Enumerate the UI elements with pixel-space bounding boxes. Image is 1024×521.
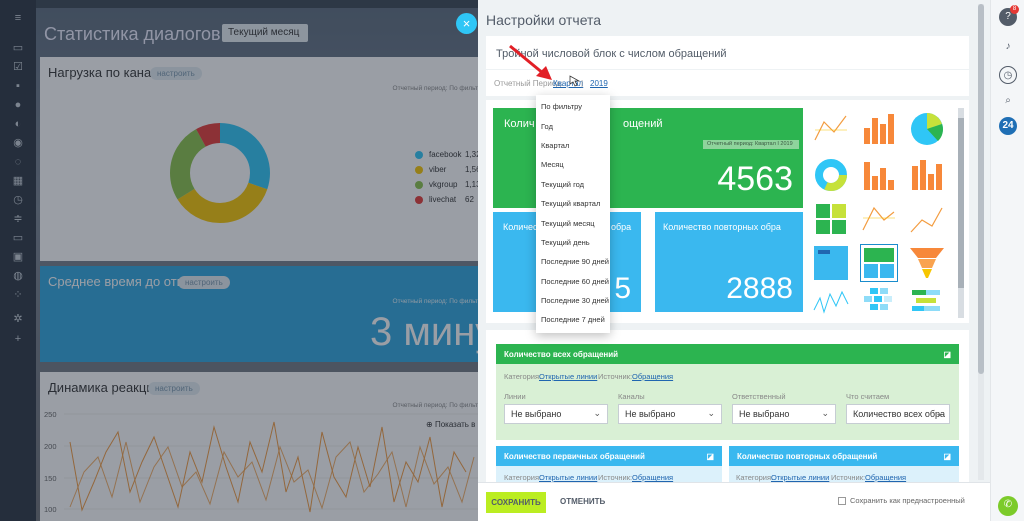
collapse-icon[interactable]: ◪ — [706, 452, 714, 461]
filter-label: Ответственный — [732, 392, 786, 401]
area-line-thumb[interactable] — [812, 284, 850, 322]
dropdown-option[interactable]: Текущий день — [541, 238, 590, 247]
source-link[interactable]: Обращения — [865, 473, 906, 482]
filter-label: Что считаем — [846, 392, 890, 401]
panel-title: Настройки отчета — [486, 12, 602, 28]
widget-value: 2888 — [726, 272, 793, 305]
responsible-select[interactable]: Не выбрано ⌄ — [732, 404, 836, 424]
dropdown-option[interactable]: По фильтру — [541, 102, 582, 111]
close-panel-button[interactable]: × — [456, 13, 477, 34]
pie-chart-thumb[interactable] — [908, 110, 946, 148]
category-label: Категория: — [504, 372, 542, 381]
checkbox-icon[interactable] — [838, 497, 846, 506]
category-link[interactable]: Открытые линии — [771, 473, 829, 482]
widget-title: Колич — [504, 118, 535, 130]
gantt-thumb[interactable] — [908, 284, 946, 322]
repeat-config-header: Количество повторных обращений ◪ — [729, 446, 959, 466]
collapse-icon[interactable]: ◪ — [943, 452, 951, 461]
category-link[interactable]: Открытые линии — [539, 372, 597, 381]
bar-chart-thumb[interactable] — [860, 110, 898, 148]
source-label: Источник: — [598, 372, 633, 381]
save-button[interactable]: СОХРАНИТЬ — [486, 492, 546, 513]
source-link[interactable]: Обращения — [632, 372, 673, 381]
chevron-down-icon: ⌄ — [593, 408, 601, 418]
funnel-chart-thumb[interactable] — [908, 244, 946, 282]
dropdown-option[interactable]: Последние 60 дней — [541, 277, 609, 286]
source-link[interactable]: Обращения — [632, 473, 673, 482]
modal-overlay[interactable] — [0, 0, 478, 521]
widget-title: Количество повторных обра — [663, 222, 781, 232]
widget-value: 5 — [614, 272, 631, 305]
widget-title-tail: ощений — [623, 118, 663, 130]
filter-label: Каналы — [618, 392, 645, 401]
dropdown-option[interactable]: Текущий месяц — [541, 219, 595, 228]
widget-title: Количес — [503, 222, 538, 232]
timeman-icon[interactable]: ◷ — [999, 66, 1017, 84]
period-dropdown: По фильтру Год Квартал Месяц Текущий год… — [536, 95, 610, 333]
line-chart-thumb[interactable] — [908, 200, 946, 238]
cursor-icon — [569, 75, 581, 87]
heatmap-thumb[interactable] — [860, 284, 898, 322]
dropdown-option[interactable]: Последние 7 дней — [541, 315, 605, 324]
line-chart-thumb[interactable] — [812, 110, 850, 148]
search-icon[interactable]: ⌕ — [999, 92, 1017, 110]
bar-chart-thumb[interactable] — [860, 156, 898, 194]
category-label: Категория: — [736, 473, 774, 482]
red-arrow-annotation — [509, 44, 581, 87]
close-icon: × — [462, 16, 471, 31]
stacked-bar-thumb[interactable] — [812, 200, 850, 238]
line-chart-thumb[interactable] — [860, 200, 898, 238]
donut-chart-thumb[interactable] — [812, 156, 850, 194]
cancel-button[interactable]: ОТМЕНИТЬ — [560, 497, 605, 506]
dropdown-option[interactable]: Квартал — [541, 141, 569, 150]
category-label: Категория: — [504, 473, 542, 482]
panel-footer: СОХРАНИТЬ ОТМЕНИТЬ Сохранить как преднас… — [478, 482, 990, 521]
primary-config-header: Количество первичных обращений ◪ — [496, 446, 722, 466]
gallery-scrollbar[interactable] — [958, 108, 964, 318]
dropdown-option[interactable]: Последние 30 дней — [541, 296, 609, 305]
source-label: Источник: — [598, 473, 633, 482]
save-preset-checkbox[interactable]: Сохранить как преднастроенный — [838, 496, 965, 506]
config-section: Количество всех обращений ◪ Категория: От… — [486, 330, 969, 485]
help-badge: 8 — [1010, 5, 1019, 14]
counter-badge[interactable]: 24 — [999, 117, 1017, 135]
filter-label: Линии — [504, 392, 526, 401]
dropdown-option[interactable]: Месяц — [541, 160, 564, 169]
total-config-header: Количество всех обращений ◪ — [496, 344, 959, 364]
dropdown-option[interactable]: Текущий квартал — [541, 199, 600, 208]
phone-icon[interactable]: ✆ — [998, 496, 1018, 516]
bar-chart-thumb[interactable] — [908, 156, 946, 194]
category-link[interactable]: Открытые линии — [539, 473, 597, 482]
widget-big-value: 4563 — [717, 160, 793, 198]
widget-period: Отчетный период: Квартал I 2019 — [703, 140, 799, 149]
chevron-down-icon: ⌄ — [821, 408, 829, 418]
dropdown-option[interactable]: Последние 90 дней — [541, 257, 609, 266]
source-label: Источник: — [831, 473, 866, 482]
channels-select[interactable]: Не выбрано ⌄ — [618, 404, 722, 424]
dropdown-option[interactable]: Текущий год — [541, 180, 584, 189]
lines-select[interactable]: Не выбрано ⌄ — [504, 404, 608, 424]
triple-block-thumb-selected[interactable] — [860, 244, 898, 282]
widget-repeat-preview[interactable]: Количество повторных обра 2888 — [655, 212, 803, 312]
metric-select[interactable]: Количество всех обра ⌄ — [846, 404, 950, 424]
chevron-down-icon: ⌄ — [935, 408, 943, 418]
collapse-icon[interactable]: ◪ — [943, 350, 951, 359]
widget-title-tail: обра — [611, 222, 632, 232]
bell-icon[interactable]: ♪ — [999, 38, 1017, 56]
chevron-down-icon: ⌄ — [707, 408, 715, 418]
dropdown-option[interactable]: Год — [541, 122, 553, 131]
panel-scrollbar[interactable] — [978, 4, 984, 480]
number-block-thumb[interactable] — [812, 244, 850, 282]
right-toolbar: ? 8 ♪ ◷ ⌕ 24 ✆ — [990, 0, 1024, 521]
